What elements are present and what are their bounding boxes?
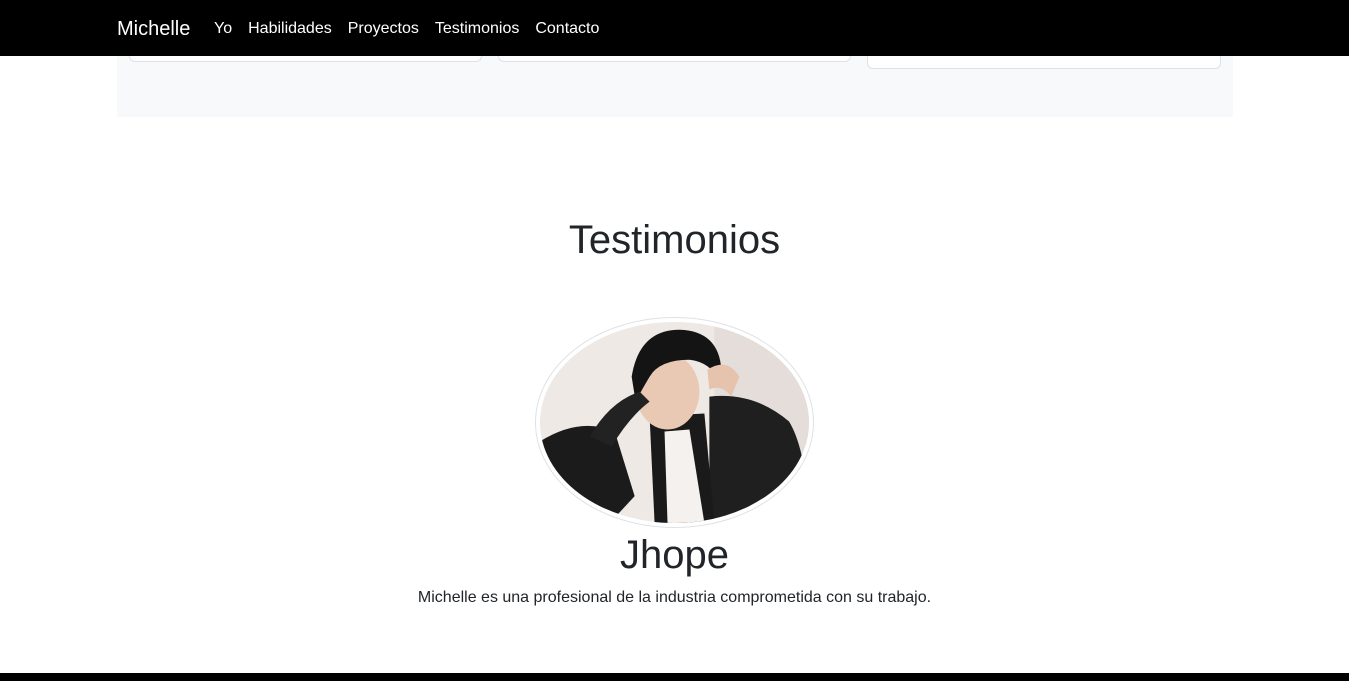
nav-links: Yo Habilidades Proyectos Testimonios Con… [214, 19, 615, 39]
testimonials-title: Testimonios [568, 218, 781, 262]
nav-link-proyectos[interactable]: Proyectos [348, 19, 419, 39]
navbar: Michelle Yo Habilidades Proyectos Testim… [0, 0, 1349, 56]
portrait-photo [540, 322, 809, 523]
nav-link-testimonios[interactable]: Testimonios [435, 19, 519, 39]
footer [0, 673, 1349, 681]
navbar-brand[interactable]: Michelle [117, 17, 190, 41]
testimonial-avatar [535, 317, 814, 528]
nav-link-yo[interactable]: Yo [214, 19, 232, 39]
nav-link-contacto[interactable]: Contacto [535, 19, 599, 39]
testimonial-name: Jhope [620, 533, 729, 577]
testimonial-quote: Michelle es una profesional de la indust… [417, 589, 932, 606]
nav-link-habilidades[interactable]: Habilidades [248, 19, 332, 39]
